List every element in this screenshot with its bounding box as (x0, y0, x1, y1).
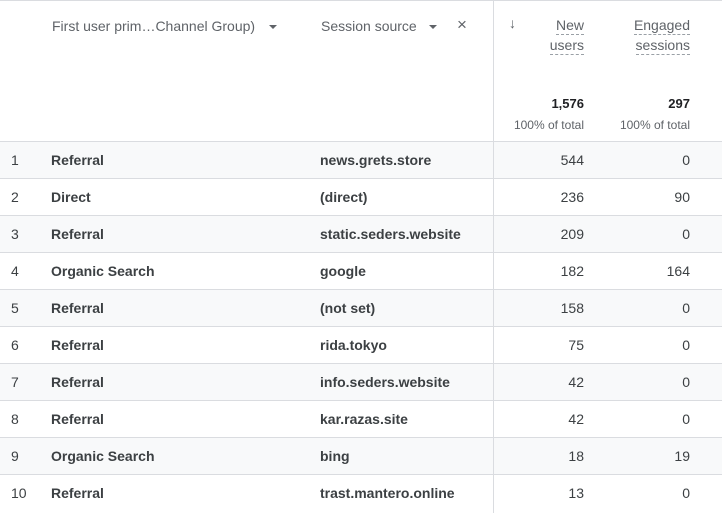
metric-header-engaged-sessions[interactable]: Engaged sessions (633, 15, 690, 55)
engaged-sessions-cell: 90 (674, 189, 690, 205)
row-index: 9 (11, 448, 19, 464)
engaged-sessions-cell: 0 (682, 226, 690, 242)
session-source-cell: (not set) (320, 300, 376, 316)
row-index: 7 (11, 374, 19, 390)
channel-group-cell: Referral (51, 485, 104, 501)
row-index: 6 (11, 337, 19, 353)
new-users-cell: 18 (568, 448, 584, 464)
new-users-cell: 236 (560, 189, 584, 205)
session-source-cell: trast.mantero.online (320, 485, 455, 501)
sort-descending-arrow-icon[interactable]: ↓ (509, 15, 516, 31)
row-index: 5 (11, 300, 19, 316)
engaged-sessions-cell: 0 (682, 411, 690, 427)
new-users-cell: 158 (560, 300, 584, 316)
new-users-cell: 75 (568, 337, 584, 353)
new-users-cell: 42 (568, 411, 584, 427)
session-source-cell: rida.tokyo (320, 337, 387, 353)
metric-label-line2: users (549, 37, 584, 55)
row-index: 4 (11, 263, 19, 279)
dimension-label: Session source (321, 18, 417, 34)
new-users-cell: 182 (560, 263, 584, 279)
row-index: 10 (11, 485, 27, 501)
table-row[interactable]: 6 Referral rida.tokyo 75 0 (0, 327, 722, 364)
engaged-sessions-percent-of-total: 100% of total (619, 118, 690, 132)
metric-header-new-users[interactable]: New users (549, 15, 584, 55)
engaged-sessions-cell: 0 (682, 374, 690, 390)
caret-down-icon[interactable] (428, 25, 437, 29)
row-index: 2 (11, 189, 19, 205)
row-index: 1 (11, 152, 19, 168)
session-source-cell: google (320, 263, 366, 279)
table-header: First user prim…Channel Group) Session s… (0, 1, 722, 142)
metric-label-line2: sessions (635, 37, 690, 55)
channel-group-cell: Referral (51, 300, 104, 316)
engaged-sessions-cell: 19 (674, 448, 690, 464)
row-index: 8 (11, 411, 19, 427)
channel-group-cell: Referral (51, 374, 104, 390)
metric-label-line1: Engaged (633, 17, 690, 35)
table-row[interactable]: 5 Referral (not set) 158 0 (0, 290, 722, 327)
channel-group-cell: Referral (51, 337, 104, 353)
table-row[interactable]: 8 Referral kar.razas.site 42 0 (0, 401, 722, 438)
table-row[interactable]: 1 Referral news.grets.store 544 0 (0, 142, 722, 179)
table-row[interactable]: 9 Organic Search bing 18 19 (0, 438, 722, 475)
table-body: 1 Referral news.grets.store 544 0 2 Dire… (0, 142, 722, 512)
engaged-sessions-cell: 164 (666, 263, 690, 279)
session-source-cell: static.seders.website (320, 226, 461, 242)
channel-group-cell: Referral (51, 152, 104, 168)
channel-group-cell: Organic Search (51, 448, 155, 464)
new-users-cell: 209 (560, 226, 584, 242)
table-row[interactable]: 10 Referral trast.mantero.online 13 0 (0, 475, 722, 512)
row-index: 3 (11, 226, 19, 242)
channel-group-cell: Organic Search (51, 263, 155, 279)
close-icon[interactable]: × (457, 16, 467, 34)
table-row[interactable]: 3 Referral static.seders.website 209 0 (0, 216, 722, 253)
engaged-sessions-total: 297 (668, 96, 690, 111)
new-users-cell: 13 (568, 485, 584, 501)
new-users-cell: 42 (568, 374, 584, 390)
report-table: First user prim…Channel Group) Session s… (0, 0, 722, 517)
dimension-header-session-source[interactable]: Session source (321, 18, 437, 34)
channel-group-cell: Referral (51, 411, 104, 427)
dimension-label: First user prim…Channel Group) (52, 18, 256, 34)
table-row[interactable]: 2 Direct (direct) 236 90 (0, 179, 722, 216)
dimension-header-first-user-channel-group[interactable]: First user prim…Channel Group) (52, 18, 278, 34)
session-source-cell: info.seders.website (320, 374, 450, 390)
engaged-sessions-cell: 0 (682, 300, 690, 316)
session-source-cell: bing (320, 448, 350, 464)
channel-group-cell: Referral (51, 226, 104, 242)
new-users-percent-of-total: 100% of total (513, 118, 584, 132)
channel-group-cell: Direct (51, 189, 91, 205)
new-users-cell: 544 (560, 152, 584, 168)
caret-down-icon[interactable] (269, 25, 278, 29)
new-users-total: 1,576 (551, 96, 584, 111)
session-source-cell: kar.razas.site (320, 411, 408, 427)
table-row[interactable]: 4 Organic Search google 182 164 (0, 253, 722, 290)
column-divider (493, 1, 494, 513)
engaged-sessions-cell: 0 (682, 152, 690, 168)
session-source-cell: news.grets.store (320, 152, 432, 168)
engaged-sessions-cell: 0 (682, 485, 690, 501)
metric-label-line1: New (555, 17, 584, 35)
table-row[interactable]: 7 Referral info.seders.website 42 0 (0, 364, 722, 401)
session-source-cell: (direct) (320, 189, 368, 205)
engaged-sessions-cell: 0 (682, 337, 690, 353)
